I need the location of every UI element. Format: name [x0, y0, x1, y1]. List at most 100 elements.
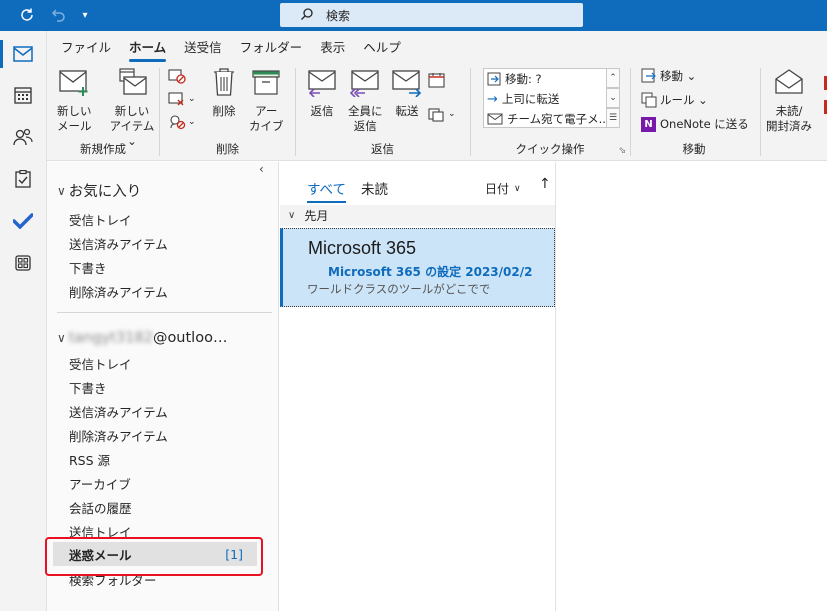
sort-direction-arrow[interactable]: ↑	[539, 176, 551, 192]
group-quick-steps: クイック操作 ⬂	[471, 62, 629, 161]
chevron-down-icon: ∨	[57, 183, 66, 198]
calendar-icon[interactable]	[9, 81, 37, 109]
apps-icon[interactable]	[9, 249, 37, 277]
folder-conversation-history[interactable]: 会話の履歴	[69, 498, 132, 517]
filter-unread-tab[interactable]: 未読	[361, 178, 388, 198]
tab-home[interactable]: ホーム	[120, 37, 175, 62]
search-label: 検索	[326, 8, 351, 23]
message-preview: ワールドクラスのツールがどこでで	[307, 282, 491, 296]
onenote-icon: N	[641, 116, 656, 132]
onenote-button[interactable]: N OneNote に送る	[641, 116, 749, 132]
search-icon	[300, 7, 314, 24]
sync-icon[interactable]	[14, 2, 40, 28]
rules-button[interactable]: ルール ⌄	[641, 92, 708, 108]
todo-icon[interactable]	[9, 207, 37, 235]
junk-button[interactable]: ⌄	[168, 114, 196, 130]
message-subject: Microsoft 365 の設定 2023/02/2	[328, 265, 533, 279]
favorite-sent[interactable]: 送信済みアイテム	[69, 234, 168, 253]
ignore-button[interactable]	[168, 68, 186, 84]
favorite-inbox[interactable]: 受信トレイ	[69, 210, 132, 229]
tab-view[interactable]: 表示	[311, 37, 354, 62]
folder-archive[interactable]: アーカイブ	[69, 474, 131, 493]
reply-label: 返信	[310, 104, 334, 118]
search-box[interactable]: 検索	[280, 3, 583, 27]
account-domain: @outloo…	[152, 330, 228, 346]
move-label: 移動 ⌄	[660, 69, 697, 83]
folder-drafts[interactable]: 下書き	[69, 378, 107, 397]
more-respond-button[interactable]: ⌄	[428, 106, 456, 122]
folder-inbox[interactable]: 受信トレイ	[69, 354, 132, 373]
account-header[interactable]: ∨ tangyt3182 @outloo…	[57, 330, 227, 346]
new-item-icon	[116, 67, 148, 100]
folder-divider	[57, 312, 272, 313]
dialog-launcher-icon[interactable]: ⬂	[618, 146, 626, 156]
mail-icon[interactable]	[9, 40, 37, 68]
tab-folder[interactable]: フォルダー	[231, 37, 312, 62]
forward-label: 転送	[395, 104, 419, 118]
account-name-blurred: tangyt3182	[68, 330, 153, 346]
tasks-icon[interactable]	[9, 165, 37, 193]
chevron-down-icon: ∨	[288, 210, 296, 221]
group-delete: ⌄ ⌄ 削除 アー カイブ 削除	[160, 62, 295, 161]
message-sender: Microsoft 365	[308, 238, 417, 258]
archive-icon	[251, 67, 281, 100]
archive-label: アー カイブ	[249, 104, 284, 133]
reply-icon	[306, 67, 338, 100]
collapse-pane-icon[interactable]: ‹	[259, 162, 264, 176]
group-delete-label: 削除	[216, 142, 239, 156]
sort-label: 日付	[485, 182, 510, 196]
group-header-last-month[interactable]: ∨ 先月	[280, 205, 555, 226]
group-respond-label: 返信	[371, 142, 394, 156]
archive-button[interactable]: アー カイブ	[249, 67, 284, 134]
delete-label: 削除	[212, 104, 236, 118]
highlight-box	[45, 537, 263, 576]
new-mail-button[interactable]: 新しい メール	[57, 67, 92, 134]
folder-rss[interactable]: RSS 源	[69, 450, 110, 469]
new-mail-label: 新しい メール	[57, 104, 92, 133]
group-new-label: 新規作成	[80, 142, 126, 156]
cleanup-button[interactable]: ⌄	[168, 91, 196, 107]
group-move-label: 移動	[682, 142, 706, 156]
reply-all-button[interactable]: 全員に 返信	[348, 67, 383, 134]
ribbon-tabs: ファイル ホーム 送受信 フォルダー 表示 ヘルプ	[47, 31, 827, 62]
app-rail	[0, 31, 47, 611]
trash-icon	[210, 67, 238, 100]
envelope-open-icon	[773, 67, 805, 100]
new-item-button[interactable]: 新しい アイテム ⌄	[105, 67, 159, 149]
chevron-down-icon: ∨	[514, 183, 521, 194]
ribbon: 新しい メール 新しい アイテム ⌄ 新規作成 ⌄ ⌄ 削除 アー カイブ 削除…	[47, 62, 827, 161]
unread-read-button[interactable]: 未読/ 開封済み	[766, 67, 812, 134]
reply-button[interactable]: 返信	[306, 67, 338, 119]
customize-toolbar-icon[interactable]: ▾	[72, 2, 98, 28]
people-icon[interactable]	[9, 123, 37, 151]
group-respond: 返信 全員に 返信 転送 ⌄ 返信	[296, 62, 469, 161]
reply-all-label: 全員に 返信	[348, 104, 383, 133]
meeting-button[interactable]	[428, 72, 446, 88]
filter-all-tab[interactable]: すべて	[307, 178, 347, 203]
move-button[interactable]: 移動 ⌄	[641, 68, 696, 84]
unread-read-label: 未読/ 開封済み	[766, 104, 812, 133]
group-new: 新しい メール 新しい アイテム ⌄ 新規作成	[47, 62, 159, 161]
delete-button[interactable]: 削除	[210, 67, 238, 119]
group-quick-label: クイック操作	[515, 142, 585, 156]
favorite-drafts[interactable]: 下書き	[69, 258, 107, 277]
tab-help[interactable]: ヘルプ	[354, 37, 410, 62]
group-move: 移動 ⌄ ルール ⌄ N OneNote に送る 移動	[631, 62, 757, 161]
message-item[interactable]: Microsoft 365 Microsoft 365 の設定 2023/02/…	[280, 228, 555, 307]
folder-deleted[interactable]: 削除済みアイテム	[69, 426, 168, 445]
group-header-label: 先月	[304, 209, 329, 223]
reply-all-icon	[349, 67, 381, 100]
tab-send-receive[interactable]: 送受信	[175, 37, 231, 62]
tab-file[interactable]: ファイル	[52, 37, 120, 62]
sort-dropdown[interactable]: 日付 ∨	[485, 180, 521, 197]
reading-pane	[557, 162, 827, 611]
undo-icon[interactable]	[45, 2, 71, 28]
favorite-deleted[interactable]: 削除済みアイテム	[69, 282, 168, 301]
new-mail-icon	[58, 67, 90, 100]
favorites-header[interactable]: ∨ お気に入り	[57, 180, 141, 201]
rail-selection-indicator	[0, 40, 3, 68]
onenote-label: OneNote に送る	[660, 117, 749, 131]
forward-button[interactable]: 転送	[391, 67, 423, 119]
folder-sent[interactable]: 送信済みアイテム	[69, 402, 168, 421]
title-bar: ▾ 検索	[0, 0, 827, 31]
